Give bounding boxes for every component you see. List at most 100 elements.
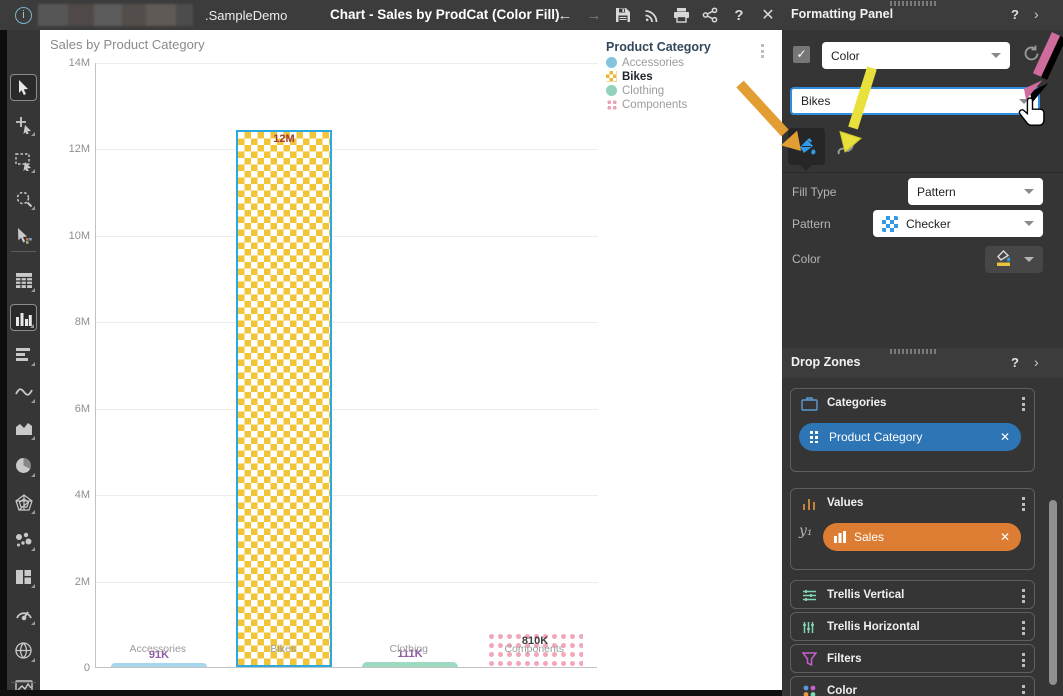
tool-radar-chart-icon[interactable] [10, 489, 37, 516]
pill-label: Product Category [829, 430, 922, 444]
formatting-panel-help-icon[interactable]: ? [1011, 7, 1019, 22]
drag-grip[interactable] [890, 349, 938, 354]
fill-type-dropdown[interactable]: Pattern [908, 178, 1043, 205]
target-dropdown[interactable]: Bikes [790, 87, 1040, 115]
pattern-label: Pattern [792, 217, 831, 231]
chart-canvas[interactable]: Sales by Product Category 91K12M111K810K… [40, 30, 782, 690]
legend-title: Product Category [606, 40, 778, 54]
hierarchy-grid-icon [810, 431, 822, 443]
gridline [96, 236, 598, 237]
tool-horizontal-bars-icon[interactable] [10, 341, 37, 368]
save-icon[interactable] [614, 6, 632, 24]
stroke-tab[interactable] [834, 136, 858, 160]
legend-item-components[interactable]: Components [606, 99, 778, 110]
share-icon[interactable] [701, 6, 719, 24]
tool-zoom-region-icon[interactable] [10, 185, 37, 212]
tool-rectangle-select-icon[interactable] [10, 148, 37, 175]
y1-axis-label: y₁ [799, 523, 813, 539]
drop-zone-values[interactable]: Values y₁ Sales ✕ [790, 488, 1035, 570]
zone-menu-icon[interactable] [1022, 397, 1025, 411]
zone-menu-icon[interactable] [1022, 685, 1025, 696]
drop-zone-filters[interactable]: Filters [790, 644, 1035, 673]
zone-menu-icon[interactable] [1022, 621, 1025, 635]
submenu-flag [31, 436, 35, 440]
zone-menu-icon[interactable] [1022, 497, 1025, 511]
pill-label: Sales [854, 530, 884, 544]
chevron-down-icon [1024, 189, 1034, 194]
y-tick-label: 8M [44, 316, 90, 328]
drop-zones-help-icon[interactable]: ? [1011, 355, 1019, 370]
tool-smart-select-icon[interactable] [10, 222, 37, 249]
tool-bar-chart-icon[interactable] [10, 304, 37, 331]
remove-icon[interactable]: ✕ [1000, 430, 1010, 444]
fill-color-button[interactable] [985, 246, 1043, 273]
property-dropdown[interactable]: Color [822, 42, 1010, 69]
zone-menu-icon[interactable] [1022, 589, 1025, 603]
gridline [96, 582, 598, 583]
forward-icon[interactable]: → [585, 6, 603, 24]
print-icon[interactable] [672, 6, 690, 24]
chart-title: Sales by Product Category [50, 37, 205, 52]
tool-area-chart-icon[interactable] [10, 415, 37, 442]
info-icon[interactable]: i [15, 7, 32, 24]
bar-clothing[interactable] [362, 662, 458, 667]
zone-menu-icon[interactable] [1022, 653, 1025, 667]
fill-tab[interactable] [788, 128, 825, 165]
legend-item-label: Bikes [622, 71, 653, 83]
gridline [96, 409, 598, 410]
paint-bucket-icon [796, 136, 818, 158]
dots-marker-icon [606, 99, 617, 110]
property-enabled-checkbox[interactable]: ✓ [793, 46, 810, 63]
tool-pie-chart-icon[interactable] [10, 452, 37, 479]
pattern-value: Checker [906, 217, 951, 231]
reset-icon[interactable] [1022, 44, 1041, 68]
drop-zone-categories[interactable]: Categories Product Category ✕ [790, 388, 1035, 472]
chevron-down-icon [991, 53, 1001, 58]
panel-scrollbar[interactable] [1049, 500, 1057, 685]
bar-bikes[interactable] [236, 130, 332, 667]
toolbar-divider [11, 251, 36, 252]
plot-area[interactable]: 91K12M111K810K [95, 63, 597, 668]
legend-item-accessories[interactable]: Accessories [606, 57, 778, 68]
tool-line-curve-icon[interactable] [10, 378, 37, 405]
legend-item-clothing[interactable]: Clothing [606, 85, 778, 96]
gridline [96, 149, 598, 150]
legend-item-bikes[interactable]: Bikes [606, 71, 778, 82]
tool-map-icon[interactable] [10, 637, 37, 664]
drop-zone-trellis-vertical[interactable]: Trellis Vertical [790, 580, 1035, 609]
submenu-flag [31, 547, 35, 551]
drag-grip[interactable] [890, 1, 938, 6]
tool-pointer-icon[interactable] [10, 74, 37, 101]
pill-sales[interactable]: Sales ✕ [823, 523, 1021, 551]
back-icon[interactable]: ← [556, 6, 574, 24]
tool-scatter-icon[interactable] [10, 526, 37, 553]
drop-zone-trellis-horizontal[interactable]: Trellis Horizontal [790, 612, 1035, 641]
toolbox [7, 30, 40, 690]
subscribe-feed-icon[interactable] [643, 6, 661, 24]
chevron-down-icon[interactable] [1019, 99, 1029, 104]
submenu-flag [31, 510, 35, 514]
tool-table-icon[interactable] [10, 267, 37, 294]
window-left-edge [0, 30, 7, 690]
submenu-flag [31, 288, 35, 292]
tool-gauge-icon[interactable] [10, 600, 37, 627]
circle-marker-icon [606, 85, 617, 96]
fill-type-label: Fill Type [792, 185, 836, 199]
tool-add-element-icon[interactable] [10, 111, 37, 138]
gridline [96, 63, 598, 64]
pattern-dropdown[interactable]: Checker [873, 210, 1043, 237]
close-icon[interactable]: ✕ [759, 6, 777, 24]
drop-zone-color[interactable]: Color [790, 676, 1035, 696]
remove-icon[interactable]: ✕ [1000, 530, 1010, 544]
x-tick-label: Accessories [95, 643, 221, 655]
tool-treemap-icon[interactable] [10, 563, 37, 590]
pill-product-category[interactable]: Product Category ✕ [799, 423, 1021, 451]
zone-label: Trellis Vertical [827, 589, 904, 601]
workspace-label: .SampleDemo [205, 8, 287, 23]
formatting-panel-collapse-icon[interactable]: › [1034, 6, 1039, 22]
help-icon[interactable]: ? [730, 6, 748, 24]
bar-accessories[interactable] [111, 663, 207, 667]
legend-menu-icon[interactable] [761, 44, 764, 58]
chevron-down-icon [1024, 257, 1034, 262]
drop-zones-collapse-icon[interactable]: › [1034, 354, 1039, 370]
